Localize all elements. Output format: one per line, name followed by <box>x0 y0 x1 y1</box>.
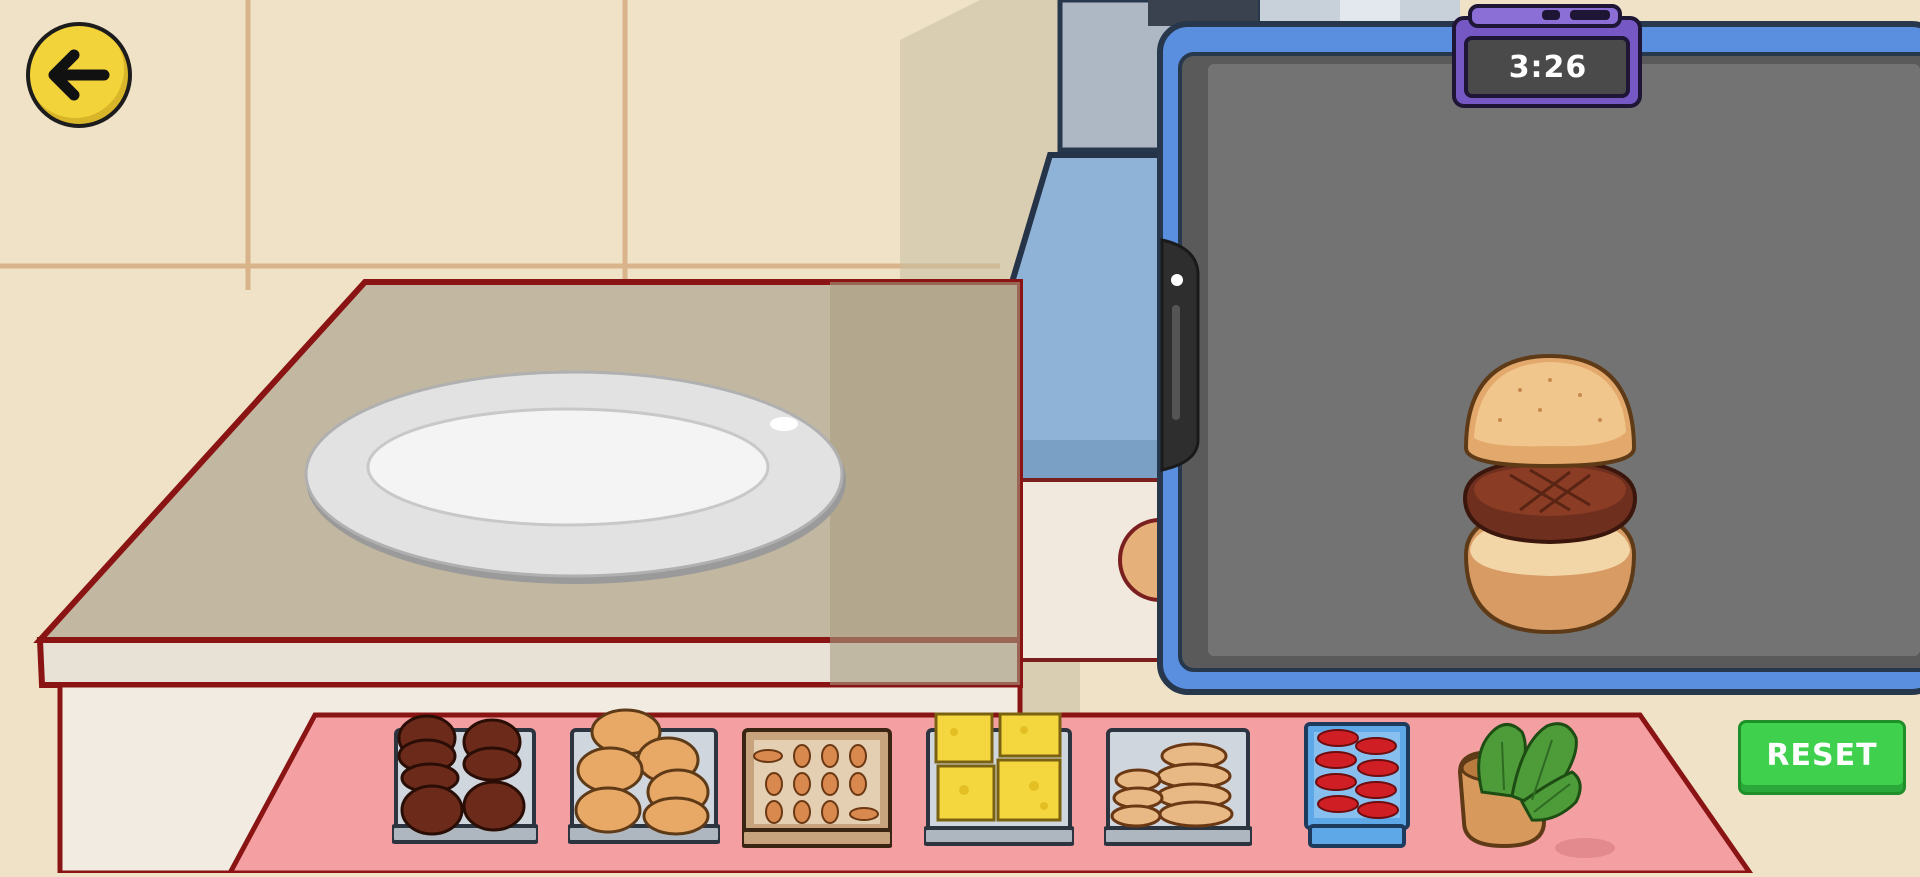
timer-display: 3:26 <box>1508 49 1588 85</box>
tray-lettuce[interactable] <box>1452 712 1588 850</box>
tray-buns[interactable] <box>568 706 720 850</box>
arrow-left-icon <box>48 49 110 101</box>
tray-chicken-eggs[interactable] <box>742 726 892 850</box>
top-bun <box>1463 353 1637 469</box>
burger-stack[interactable] <box>1460 350 1640 635</box>
kitchen-scene: 3:26 RESET <box>0 0 1920 876</box>
beef-patty <box>1462 457 1638 545</box>
tray-tomato-slices[interactable] <box>1304 722 1410 850</box>
tray-bun-bottoms[interactable] <box>1104 720 1252 850</box>
reset-button[interactable]: RESET <box>1738 720 1906 795</box>
tray-beef-patties[interactable] <box>392 706 538 850</box>
tray-cheese-slices[interactable] <box>924 710 1074 850</box>
back-button[interactable] <box>26 22 132 128</box>
